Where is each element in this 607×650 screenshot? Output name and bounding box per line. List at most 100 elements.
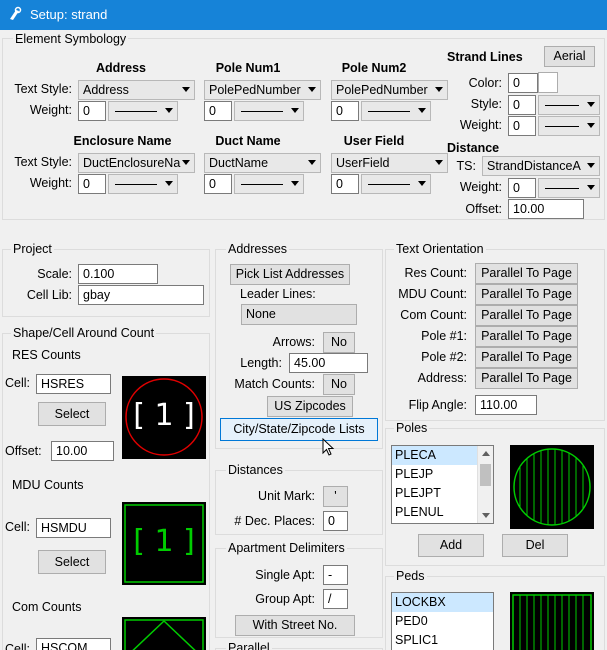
delete-pole-button[interactable]: Del — [502, 534, 568, 557]
list-item[interactable]: PED0 — [392, 612, 493, 631]
mdu-select-button[interactable]: Select — [38, 550, 106, 574]
add-pole-button[interactable]: Add — [418, 534, 484, 557]
list-item[interactable]: SPLIC1 — [392, 631, 493, 650]
pole-num2-line-style-dropdown[interactable] — [361, 101, 431, 121]
element-symbology-title: Element Symbology — [13, 32, 129, 46]
res-count-orientation-button[interactable]: Parallel To Page — [475, 263, 578, 284]
chevron-down-icon — [587, 163, 595, 168]
chevron-down-icon — [308, 160, 316, 165]
mdu-count-orientation-button[interactable]: Parallel To Page — [475, 284, 578, 305]
scale-label: Scale: — [37, 267, 72, 281]
length-label: Length: — [240, 356, 282, 370]
window-title: Setup: strand — [30, 7, 108, 22]
duct-name-text-style-dropdown[interactable]: DuctName — [204, 153, 321, 173]
strand-lines-header: Strand Lines — [447, 50, 523, 64]
group-apt-field[interactable]: / — [323, 589, 348, 609]
us-zipcodes-button[interactable]: US Zipcodes — [267, 396, 353, 417]
pole1-orientation-button[interactable]: Parallel To Page — [475, 326, 578, 347]
enclosure-weight-field[interactable]: 0 — [78, 174, 106, 194]
enclosure-text-style-dropdown[interactable]: DuctEnclosureNa — [78, 153, 195, 173]
scale-field[interactable]: 0.100 — [78, 264, 158, 284]
aerial-button[interactable]: Aerial — [544, 46, 595, 67]
res-cell-label: Cell: — [5, 376, 31, 390]
strand-style-dropdown[interactable] — [538, 95, 600, 115]
address-weight-field[interactable]: 0 — [78, 101, 106, 121]
strand-color-field[interactable]: 0 — [508, 73, 538, 93]
distance-ts-dropdown[interactable]: StrandDistanceA — [482, 156, 600, 176]
pole2-orientation-button[interactable]: Parallel To Page — [475, 347, 578, 368]
mouse-cursor-icon — [322, 438, 335, 456]
cell-lib-field[interactable]: gbay — [78, 285, 204, 305]
mdu-counts-title: MDU Counts — [12, 478, 84, 492]
single-apt-field[interactable]: - — [323, 565, 348, 585]
address-text-style-dropdown[interactable]: Address — [78, 80, 195, 100]
scroll-up-icon[interactable] — [482, 451, 490, 456]
mdu-cell-field[interactable]: HSMDU — [36, 518, 111, 538]
poles-list[interactable]: PLECA PLEJP PLEJPT PLENUL — [391, 445, 494, 524]
col-header-address: Address — [95, 61, 147, 75]
flip-angle-field[interactable]: 110.00 — [475, 395, 537, 415]
duct-name-line-style-dropdown[interactable] — [234, 174, 304, 194]
mdu-preview-label: [ 1 ] — [133, 524, 195, 559]
pick-list-addresses-button[interactable]: Pick List Addresses — [230, 264, 350, 285]
parallel-title: Parallel — [226, 641, 272, 650]
col-header-pole-num2: Pole Num2 — [341, 61, 407, 75]
res-select-button[interactable]: Select — [38, 402, 106, 426]
single-apt-label: Single Apt: — [255, 568, 315, 582]
res-count-orientation-label: Res Count: — [404, 266, 467, 280]
unit-mark-button[interactable]: ' — [323, 486, 348, 507]
res-offset-field[interactable]: 10.00 — [51, 441, 114, 461]
match-counts-button[interactable]: No — [323, 374, 355, 395]
list-item[interactable]: LOCKBX — [392, 593, 493, 612]
distance-offset-label: Offset: — [465, 202, 502, 216]
city-state-zipcode-lists-button[interactable]: City/State/Zipcode Lists — [220, 418, 378, 441]
distance-weight-field[interactable]: 0 — [508, 178, 536, 198]
pole1-orientation-label: Pole #1: — [421, 329, 467, 343]
strand-color-swatch[interactable] — [538, 72, 558, 93]
text-style-label-1: Text Style: — [14, 82, 72, 96]
chevron-down-icon — [587, 102, 595, 107]
distance-weight-dropdown[interactable] — [538, 178, 600, 198]
address-orientation-button[interactable]: Parallel To Page — [475, 368, 578, 389]
peds-title: Peds — [394, 569, 427, 583]
chevron-down-icon — [291, 181, 299, 186]
pole-num2-weight-field[interactable]: 0 — [331, 101, 359, 121]
com-cell-field[interactable]: HSCOM — [36, 638, 111, 650]
strand-weight-dropdown[interactable] — [538, 116, 600, 136]
leader-lines-label: Leader Lines: — [240, 287, 316, 301]
pole2-orientation-label: Pole #2: — [421, 350, 467, 364]
scroll-thumb[interactable] — [480, 464, 491, 486]
length-field[interactable]: 45.00 — [289, 353, 368, 373]
with-street-no-button[interactable]: With Street No. — [235, 615, 355, 636]
pole-num1-line-style-dropdown[interactable] — [234, 101, 304, 121]
enclosure-line-style-dropdown[interactable] — [108, 174, 178, 194]
title-bar: Setup: strand — [0, 0, 607, 30]
poles-title: Poles — [394, 421, 430, 435]
scroll-down-icon[interactable] — [482, 513, 490, 518]
distance-offset-field[interactable]: 10.00 — [508, 199, 584, 219]
ped-hatched-square-shape — [512, 594, 592, 650]
strand-style-field[interactable]: 0 — [508, 95, 536, 115]
distances-title: Distances — [226, 463, 285, 477]
unit-mark-label: Unit Mark: — [258, 489, 315, 503]
pole-num1-text-style-dropdown[interactable]: PolePedNumber — [204, 80, 321, 100]
text-style-label-2: Text Style: — [14, 155, 72, 169]
user-field-text-style-dropdown[interactable]: UserField — [331, 153, 448, 173]
pole-num1-weight-field[interactable]: 0 — [204, 101, 232, 121]
address-line-style-dropdown[interactable] — [108, 101, 178, 121]
dec-places-field[interactable]: 0 — [323, 511, 348, 531]
peds-list[interactable]: LOCKBX PED0 SPLIC1 — [391, 592, 494, 650]
col-header-duct-name: Duct Name — [215, 134, 281, 148]
chevron-down-icon — [182, 160, 190, 165]
duct-name-weight-field[interactable]: 0 — [204, 174, 232, 194]
res-cell-field[interactable]: HSRES — [36, 374, 111, 394]
arrows-button[interactable]: No — [323, 332, 355, 353]
poles-scrollbar[interactable] — [477, 446, 493, 523]
user-field-weight-field[interactable]: 0 — [331, 174, 359, 194]
strand-weight-field[interactable]: 0 — [508, 116, 536, 136]
weight-label-1: Weight: — [29, 103, 72, 117]
com-count-orientation-button[interactable]: Parallel To Page — [475, 305, 578, 326]
pole-num2-text-style-dropdown[interactable]: PolePedNumber — [331, 80, 448, 100]
leader-lines-button[interactable]: None — [241, 304, 357, 325]
user-field-line-style-dropdown[interactable] — [361, 174, 431, 194]
